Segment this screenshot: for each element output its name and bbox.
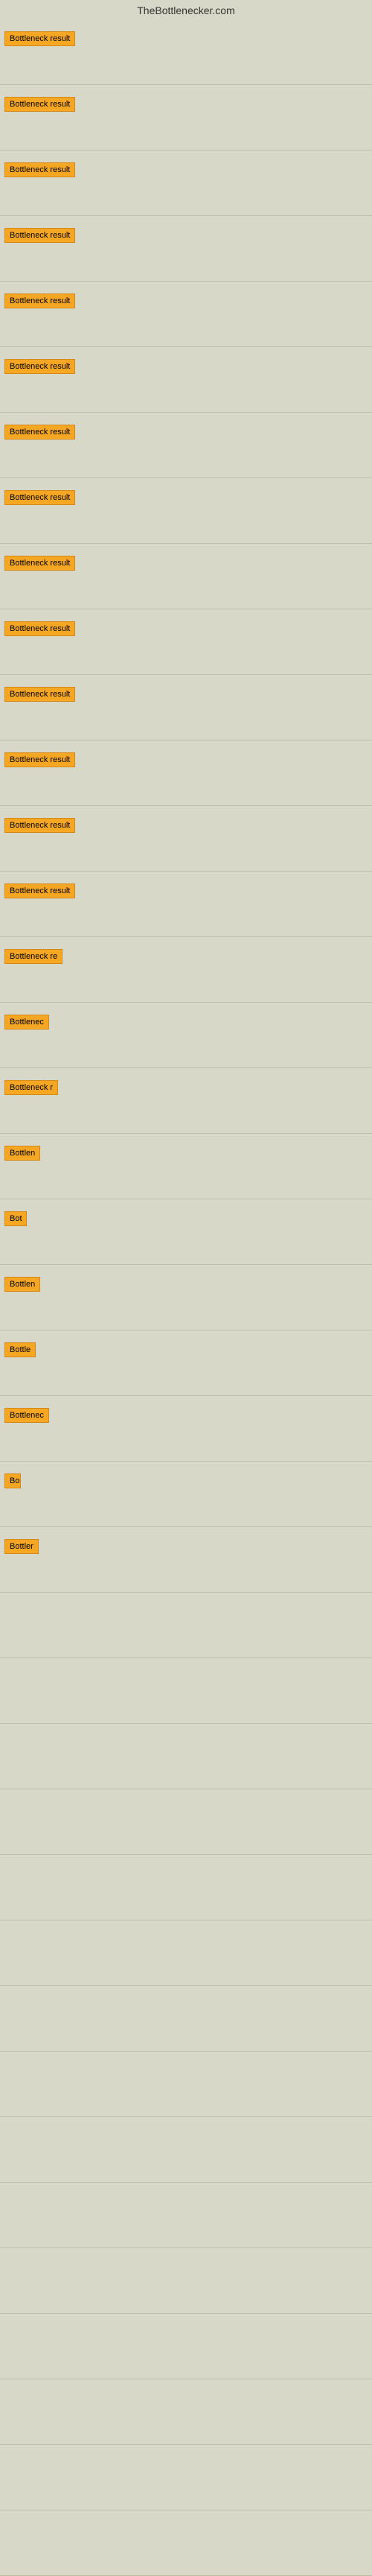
empty-row	[0, 1658, 372, 1724]
empty-row	[0, 1920, 372, 1986]
site-title: TheBottlenecker.com	[137, 4, 235, 16]
bottleneck-badge[interactable]: Bo	[4, 1473, 21, 1488]
bottleneck-badge[interactable]: Bottleneck result	[4, 162, 75, 177]
empty-row	[0, 2183, 372, 2248]
bottleneck-badge[interactable]: Bottlenec	[4, 1408, 49, 1423]
bottleneck-row: Bottleneck r	[0, 1068, 372, 1134]
empty-row	[0, 1789, 372, 1855]
bottleneck-row: Bottleneck result	[0, 872, 372, 937]
bottleneck-row: Bottleneck result	[0, 413, 372, 478]
bottleneck-row: Bottlen	[0, 1265, 372, 1330]
empty-row	[0, 2117, 372, 2183]
site-header: TheBottlenecker.com	[0, 0, 372, 19]
bottleneck-badge[interactable]: Bottleneck result	[4, 97, 75, 112]
bottleneck-badge[interactable]: Bottleneck result	[4, 31, 75, 46]
bottleneck-row: Bottlenec	[0, 1003, 372, 1068]
bottleneck-badge[interactable]: Bottlen	[4, 1146, 40, 1161]
bottleneck-row: Bottleneck result	[0, 806, 372, 872]
bottleneck-badge[interactable]: Bottleneck result	[4, 425, 75, 440]
bottleneck-badge[interactable]: Bottleneck result	[4, 883, 75, 898]
bottleneck-badge[interactable]: Bottle	[4, 1342, 36, 1357]
empty-row	[0, 2314, 372, 2379]
bottleneck-row: Bottleneck result	[0, 150, 372, 216]
empty-row	[0, 1855, 372, 1920]
bottleneck-badge[interactable]: Bottleneck re	[4, 949, 62, 964]
bottleneck-badge[interactable]: Bot	[4, 1211, 27, 1226]
bottleneck-row: Bot	[0, 1199, 372, 1265]
bottleneck-badge[interactable]: Bottleneck result	[4, 621, 75, 636]
bottleneck-badge[interactable]: Bottleneck result	[4, 752, 75, 767]
bottleneck-row: Bottleneck re	[0, 937, 372, 1003]
bottleneck-row: Bottleneck result	[0, 544, 372, 609]
empty-row	[0, 1986, 372, 2052]
bottleneck-row: Bo	[0, 1462, 372, 1527]
bottleneck-badge[interactable]: Bottleneck result	[4, 294, 75, 308]
empty-row	[0, 2379, 372, 2445]
empty-row	[0, 1724, 372, 1789]
bottleneck-row: Bottleneck result	[0, 19, 372, 85]
bottleneck-row: Bottleneck result	[0, 740, 372, 806]
bottleneck-badge[interactable]: Bottlen	[4, 1277, 40, 1292]
bottleneck-badge[interactable]: Bottleneck result	[4, 228, 75, 243]
bottleneck-row: Bottleneck result	[0, 347, 372, 413]
bottleneck-badge[interactable]: Bottleneck result	[4, 490, 75, 505]
bottleneck-row: Bottlen	[0, 1134, 372, 1199]
bottleneck-badge[interactable]: Bottleneck result	[4, 359, 75, 374]
page-container: TheBottlenecker.com Bottleneck result Bot…	[0, 0, 372, 2576]
empty-row	[0, 1593, 372, 1658]
bottleneck-row: Bottleneck result	[0, 478, 372, 544]
bottleneck-row: Bottle	[0, 1330, 372, 1396]
bottleneck-row: Bottlenec	[0, 1396, 372, 1462]
bottleneck-badge[interactable]: Bottleneck result	[4, 687, 75, 702]
bottleneck-row: Bottleneck result	[0, 216, 372, 282]
bottleneck-row: Bottleneck result	[0, 675, 372, 740]
bottleneck-badge[interactable]: Bottlenec	[4, 1015, 49, 1030]
bottleneck-row: Bottleneck result	[0, 609, 372, 675]
empty-row	[0, 2445, 372, 2510]
bottleneck-row: Bottler	[0, 1527, 372, 1593]
empty-row	[0, 2248, 372, 2314]
bottleneck-badge[interactable]: Bottler	[4, 1539, 39, 1554]
empty-row	[0, 2510, 372, 2576]
bottleneck-badge[interactable]: Bottleneck result	[4, 818, 75, 833]
empty-row	[0, 2052, 372, 2117]
bottleneck-row: Bottleneck result	[0, 282, 372, 347]
bottleneck-badge[interactable]: Bottleneck r	[4, 1080, 58, 1095]
bottleneck-row: Bottleneck result	[0, 85, 372, 150]
bottleneck-badge[interactable]: Bottleneck result	[4, 556, 75, 571]
